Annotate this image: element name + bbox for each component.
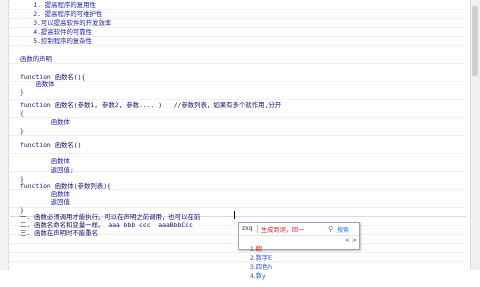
code-line: 函数体 xyxy=(20,157,70,165)
code-line: 二. 函数名命名和变量一样。 aaa bbb ccc aaaBbbCcc xyxy=(20,221,193,229)
code-line: { xyxy=(20,109,24,117)
search-icon[interactable]: ⚲ xyxy=(328,225,336,233)
code-line: 函数体 xyxy=(20,190,70,198)
divider xyxy=(257,225,258,233)
code-line: 函数体 xyxy=(20,80,55,88)
code-line: 三. 函数在声明时不能重名 xyxy=(20,229,98,237)
scrollbar-thumb[interactable] xyxy=(472,6,478,76)
code-line: function 函数名(参数1, 参数2, 参数.... ) //参数列表，如… xyxy=(20,101,282,109)
ime-candidate[interactable]: 2.数字E xyxy=(250,255,272,262)
ime-composition: zxq xyxy=(242,225,253,232)
code-line: 5.控制程序的复杂性 xyxy=(14,37,93,45)
code-line: 3.可以提高软件的开发效率 xyxy=(14,19,112,27)
ime-candidate-window[interactable]: zxq 生成到词，回一 ⚲ 搜索 1.翻 2.数字E 3.四色h 4.数y < … xyxy=(238,222,360,280)
code-line: } xyxy=(20,127,24,135)
code-line: 1. 提高程序的复用性 xyxy=(14,1,96,9)
ime-tools[interactable]: 生成到词，回一 xyxy=(261,225,304,234)
code-line: function 函数体(参数列表){ xyxy=(20,182,111,190)
code-line: 一. 函数必须调用才能执行。可以在声明之前调用，也可以在前 xyxy=(20,213,201,221)
code-line: 函数的声明 xyxy=(20,55,52,63)
text-cursor xyxy=(234,211,235,219)
code-line: 函数体 xyxy=(20,118,70,126)
code-line: 返回值 xyxy=(20,198,70,206)
ime-candidate[interactable]: 1.翻 xyxy=(250,246,262,253)
ime-search-button[interactable]: 搜索 xyxy=(337,225,349,234)
ime-composition-bar: zxq 生成到词，回一 ⚲ 搜索 xyxy=(239,223,359,236)
code-line: 返回值; xyxy=(20,166,74,174)
ime-candidate[interactable]: 4.数y xyxy=(250,273,266,280)
ime-page-nav[interactable]: < > xyxy=(345,237,357,244)
code-line: 4.提高软件的可靠性 xyxy=(14,28,93,36)
code-line: function 函数名() xyxy=(20,141,82,149)
code-line: 2. 提高程序的可维护性 xyxy=(14,10,103,18)
code-line: } xyxy=(20,88,24,96)
ime-candidate-list[interactable]: 1.翻 2.数字E 3.四色h 4.数y xyxy=(242,237,272,287)
